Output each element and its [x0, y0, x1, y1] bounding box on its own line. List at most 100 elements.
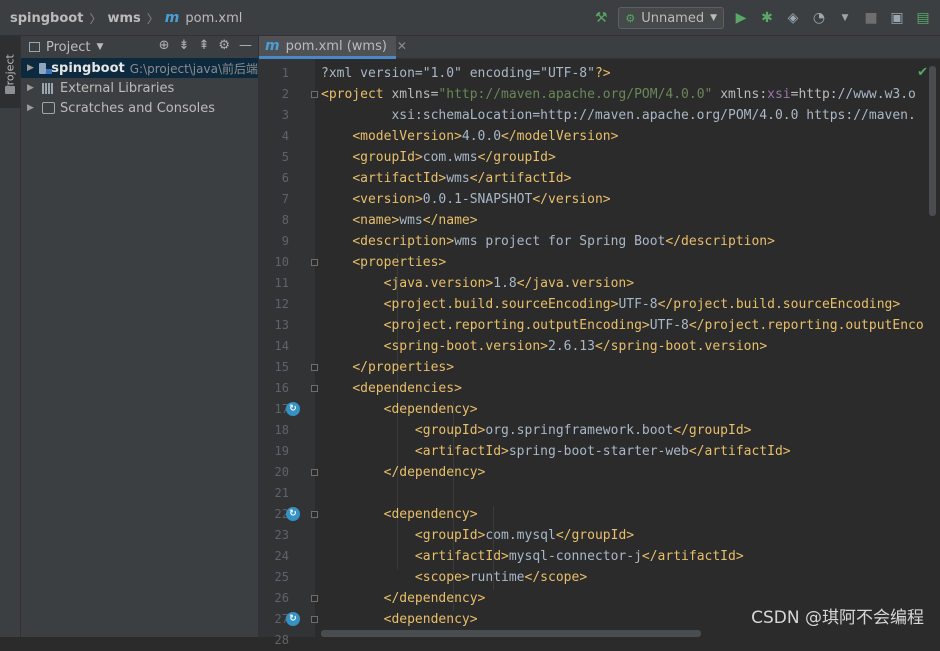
spring-bean-gutter-icon[interactable]: ↻	[286, 612, 300, 626]
line-number: 20	[274, 465, 289, 479]
profile-icon[interactable]: ◔	[810, 9, 828, 27]
breadcrumb-module[interactable]: wms	[107, 11, 140, 26]
project-structure-icon[interactable]: ▣	[888, 9, 906, 27]
line-number: 28	[274, 633, 289, 647]
code-line[interactable]: <modelVersion>4.0.0</modelVersion>	[321, 126, 618, 147]
code-line[interactable]: xsi:schemaLocation=http://maven.apache.o…	[321, 105, 915, 126]
line-number: 18	[274, 423, 289, 437]
fold-marker-icon[interactable]	[311, 364, 318, 371]
project-view-selector[interactable]: Project	[46, 40, 90, 55]
breadcrumb: spingboot 〉 wms 〉 m pom.xml	[10, 9, 242, 27]
editor-tab-bar: m pom.xml (wms) ✕	[259, 36, 940, 59]
main-toolbar: ⚒ ⚙ Unnamed ▼ ▶ ✱ ◈ ◔ ▼ ■ ▣ ▤	[592, 6, 932, 30]
terminal-icon[interactable]: ▤	[914, 9, 932, 27]
hide-minus-icon[interactable]: —	[239, 38, 252, 53]
line-number: 21	[274, 486, 289, 500]
fold-marker-icon[interactable]	[311, 259, 318, 266]
fold-marker-icon[interactable]	[311, 469, 318, 476]
watermark: CSDN @琪阿不会编程	[751, 608, 924, 628]
code-line[interactable]: <name>wms</name>	[321, 210, 477, 231]
code-line[interactable]: <dependency>	[321, 609, 478, 630]
build-hammer-icon[interactable]: ⚒	[592, 9, 610, 27]
line-number: 2	[281, 87, 289, 101]
spring-bean-gutter-icon[interactable]: ↻	[286, 507, 300, 521]
vertical-scrollbar[interactable]	[929, 66, 936, 216]
code-line[interactable]: <java.version>1.8</java.version>	[321, 273, 634, 294]
library-icon	[42, 82, 55, 94]
code-line[interactable]: <spring-boot.version>2.6.13</spring-boot…	[321, 336, 768, 357]
tree-item-label: Scratches and Consoles	[60, 100, 216, 116]
project-panel-tools: ⊕ ⇟ ⇞ ⚙ —	[159, 38, 252, 53]
code-line[interactable]: </dependency>	[321, 588, 486, 609]
collapse-all-icon[interactable]: ⇞	[198, 38, 209, 53]
fold-marker-icon[interactable]	[311, 595, 318, 602]
breadcrumb-file[interactable]: pom.xml	[185, 11, 242, 26]
line-number: 8	[281, 213, 289, 227]
editor-gutter: 1 2 3 4 5 6 7 8 9 10 11 12 13 14 15 16 17 18 19 20 21 22 23 24 2…	[259, 59, 318, 647]
line-number: 6	[281, 171, 289, 185]
code-line[interactable]: </properties>	[321, 357, 454, 378]
fold-marker-icon[interactable]	[311, 616, 318, 623]
horizontal-scrollbar[interactable]	[321, 630, 701, 637]
tree-item-spingboot[interactable]: ▶ spingboot G:\project\java\前后端	[21, 58, 258, 78]
tree-item-external-libraries[interactable]: ▶ External Libraries	[21, 78, 258, 98]
code-line[interactable]: <project xmlns="http://maven.apache.org/…	[321, 84, 916, 105]
code-line[interactable]: ?xml version="1.0" encoding="UTF-8"?>	[321, 63, 611, 84]
folder-icon	[5, 86, 15, 94]
line-number: 1	[281, 66, 289, 80]
line-number: 14	[274, 339, 289, 353]
tree-item-scratches[interactable]: ▶ Scratches and Consoles	[21, 98, 258, 118]
chevron-right-icon[interactable]: ▶	[27, 63, 34, 73]
stop-icon[interactable]: ■	[862, 9, 880, 27]
code-line[interactable]: <groupId>com.wms</groupId>	[321, 147, 556, 168]
run-configuration-selector[interactable]: ⚙ Unnamed ▼	[618, 7, 724, 29]
maven-icon: m	[265, 38, 280, 54]
chevron-down-icon[interactable]: ▼	[96, 42, 103, 52]
code-line[interactable]: <artifactId>spring-boot-starter-web</art…	[321, 441, 791, 462]
breadcrumb-project[interactable]: spingboot	[10, 11, 83, 26]
spring-bean-gutter-icon[interactable]: ↻	[286, 402, 300, 416]
code-line[interactable]: <artifactId>mysql-connector-j</artifactI…	[321, 546, 744, 567]
expand-all-icon[interactable]: ⇟	[179, 38, 190, 53]
project-tool-tab[interactable]: Project	[0, 36, 20, 108]
code-line[interactable]: <dependencies>	[321, 378, 462, 399]
locate-target-icon[interactable]: ⊕	[159, 38, 170, 53]
navigation-bar: spingboot 〉 wms 〉 m pom.xml ⚒ ⚙ Unnamed …	[0, 0, 940, 36]
code-line[interactable]: <project.build.sourceEncoding>UTF-8</pro…	[321, 294, 901, 315]
fold-marker-icon[interactable]	[311, 385, 318, 392]
fold-marker-icon[interactable]	[311, 91, 318, 98]
editor-area: m pom.xml (wms) ✕ 1 2 3 4 5 6 7 8 9 10 11 12 13 14 15 1…	[259, 36, 940, 647]
chevron-right-icon[interactable]: ▶	[27, 83, 37, 93]
code-line[interactable]: <description>wms project for Spring Boot…	[321, 231, 775, 252]
chevron-right-icon: 〉	[89, 11, 102, 26]
code-line[interactable]: <dependency>	[321, 399, 478, 420]
gear-icon[interactable]: ⚙	[218, 38, 230, 53]
line-number: 3	[281, 108, 289, 122]
code-editor[interactable]: ?xml version="1.0" encoding="UTF-8"?> <pr…	[321, 59, 940, 637]
code-line[interactable]: <version>0.0.1-SNAPSHOT</version>	[321, 189, 610, 210]
close-icon[interactable]: ✕	[397, 39, 407, 53]
code-line[interactable]: <properties>	[321, 252, 446, 273]
line-number: 9	[281, 234, 289, 248]
coverage-icon[interactable]: ◈	[784, 9, 802, 27]
line-number: 7	[281, 192, 289, 206]
more-run-options-icon[interactable]: ▼	[836, 9, 854, 27]
no-problems-check-icon[interactable]: ✔	[917, 65, 928, 80]
tab-pom-xml[interactable]: m pom.xml (wms) ✕	[259, 36, 407, 59]
run-config-label: Unnamed	[641, 10, 705, 26]
code-line[interactable]: <dependency>	[321, 504, 478, 525]
code-line[interactable]: <scope>runtime</scope>	[321, 567, 587, 588]
line-number: 11	[274, 276, 289, 290]
line-number: 13	[274, 318, 289, 332]
code-line[interactable]: <groupId>org.springframework.boot</group…	[321, 420, 752, 441]
debug-bug-icon[interactable]: ✱	[758, 9, 776, 27]
project-view-icon	[29, 42, 40, 52]
fold-marker-icon[interactable]	[311, 511, 318, 518]
chevron-right-icon[interactable]: ▶	[27, 103, 37, 113]
code-line[interactable]: <project.reporting.outputEncoding>UTF-8<…	[321, 315, 924, 336]
run-icon[interactable]: ▶	[732, 9, 750, 27]
code-line[interactable]: </dependency>	[321, 462, 486, 483]
code-line[interactable]: <groupId>com.mysql</groupId>	[321, 525, 634, 546]
code-line[interactable]: <artifactId>wms</artifactId>	[321, 168, 571, 189]
tool-window-strip: Project	[0, 36, 21, 637]
